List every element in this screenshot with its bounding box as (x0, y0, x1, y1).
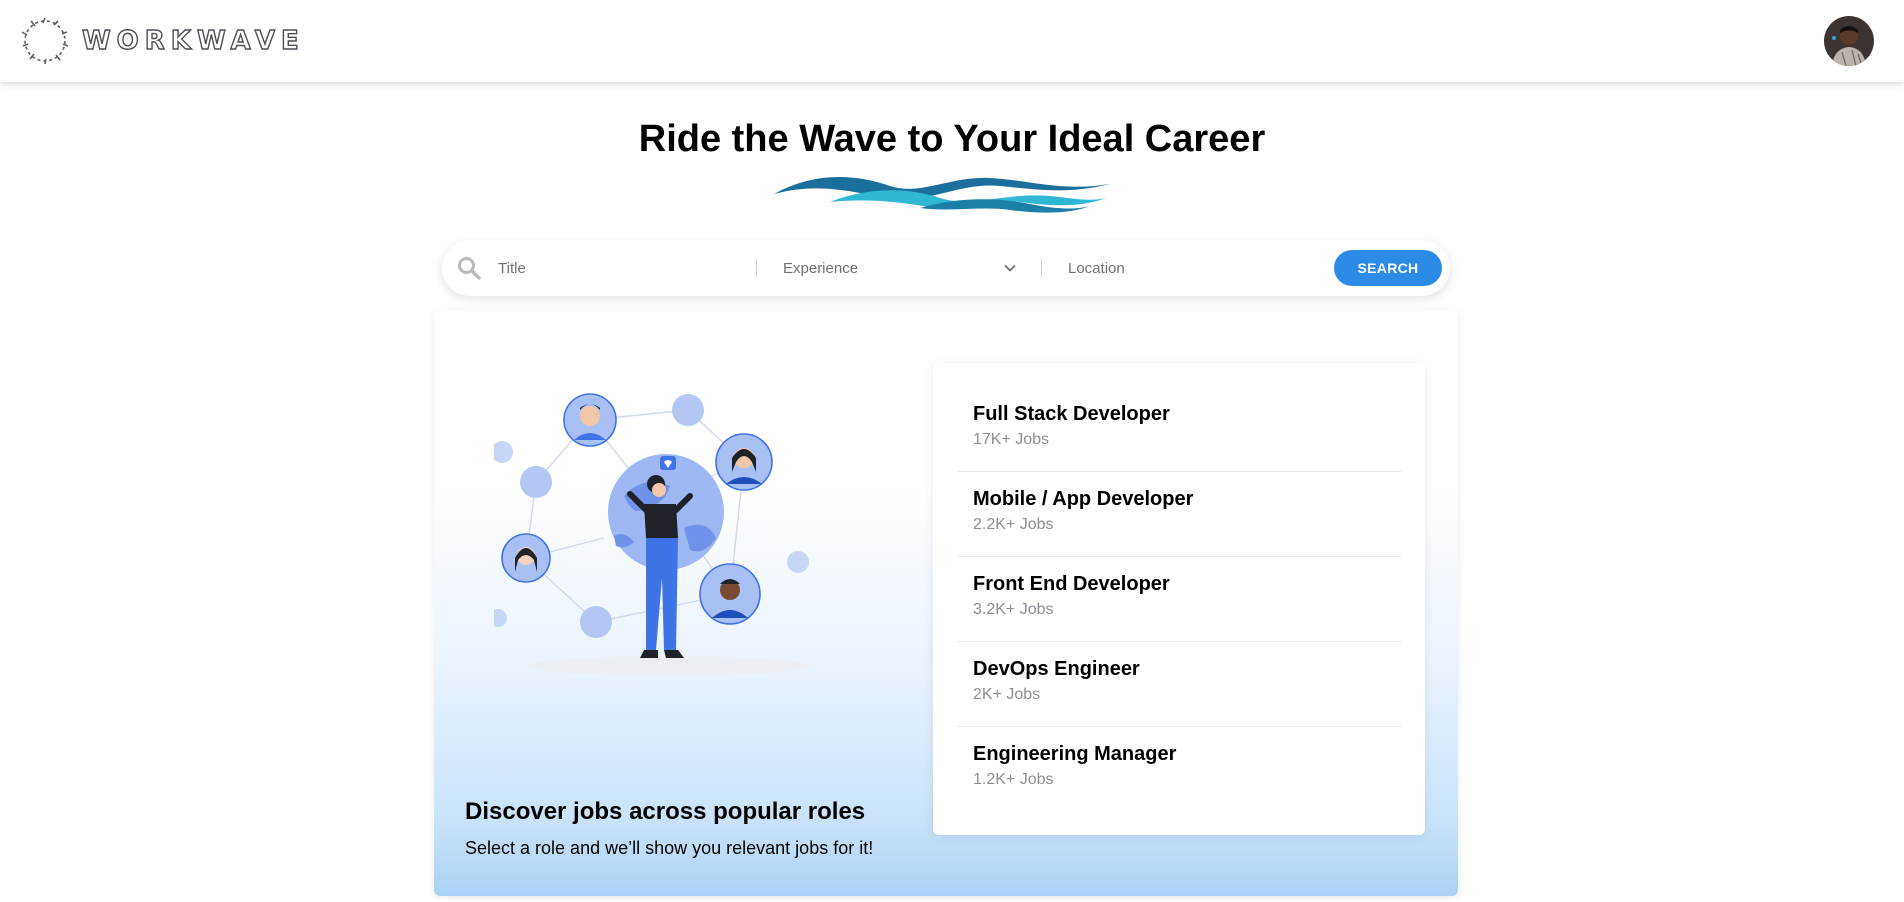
field-divider (1041, 259, 1042, 277)
role-name: Full Stack Developer (973, 403, 1170, 425)
title-input[interactable]: Title (498, 257, 756, 279)
role-name: Engineering Manager (973, 743, 1177, 765)
hero-title: Ride the Wave to Your Ideal Career (638, 118, 1266, 160)
brand-logo-icon (21, 17, 69, 65)
experience-select-label: Experience (783, 259, 859, 277)
role-item-full-stack[interactable]: Full Stack Developer 17K+ Jobs (957, 387, 1401, 472)
role-job-count: 1.2K+ Jobs (973, 771, 1054, 788)
location-input[interactable]: Location (1068, 257, 1334, 279)
experience-select[interactable]: Experience (783, 257, 1041, 279)
search-button[interactable]: SEARCH (1334, 250, 1442, 286)
popular-roles-panel: Discover jobs across popular roles Selec… (434, 310, 1458, 896)
role-job-count: 2K+ Jobs (973, 686, 1041, 703)
search-bar: Title Experience Location SEARCH (442, 240, 1450, 296)
brand-logo-link[interactable]: WORKWAVE (18, 14, 305, 68)
role-job-count: 3.2K+ Jobs (973, 601, 1054, 618)
role-name: Mobile / App Developer (973, 488, 1194, 510)
avatar-photo (1824, 16, 1874, 66)
chevron-down-icon (1004, 264, 1016, 272)
discover-title: Discover jobs across popular roles (465, 798, 866, 825)
role-item-engineering-manager[interactable]: Engineering Manager 1.2K+ Jobs (957, 727, 1401, 812)
roles-list: Full Stack Developer 17K+ Jobs Mobile / … (933, 363, 1425, 835)
field-divider (756, 259, 757, 277)
role-name: DevOps Engineer (973, 658, 1140, 680)
user-avatar[interactable] (1824, 16, 1874, 66)
search-icon (458, 257, 481, 280)
discover-subtitle: Select a role and we’ll show you relevan… (465, 838, 874, 858)
role-item-devops[interactable]: DevOps Engineer 2K+ Jobs (957, 642, 1401, 727)
role-item-front-end[interactable]: Front End Developer 3.2K+ Jobs (957, 557, 1401, 642)
role-job-count: 17K+ Jobs (973, 431, 1050, 448)
role-item-mobile-app[interactable]: Mobile / App Developer 2.2K+ Jobs (957, 472, 1401, 557)
role-job-count: 2.2K+ Jobs (973, 516, 1054, 533)
brand-name: WORKWAVE (81, 25, 305, 56)
wave-decoration (774, 176, 1110, 213)
top-navbar: WORKWAVE (0, 0, 1904, 82)
role-name: Front End Developer (973, 573, 1170, 595)
network-illustration (494, 393, 809, 676)
